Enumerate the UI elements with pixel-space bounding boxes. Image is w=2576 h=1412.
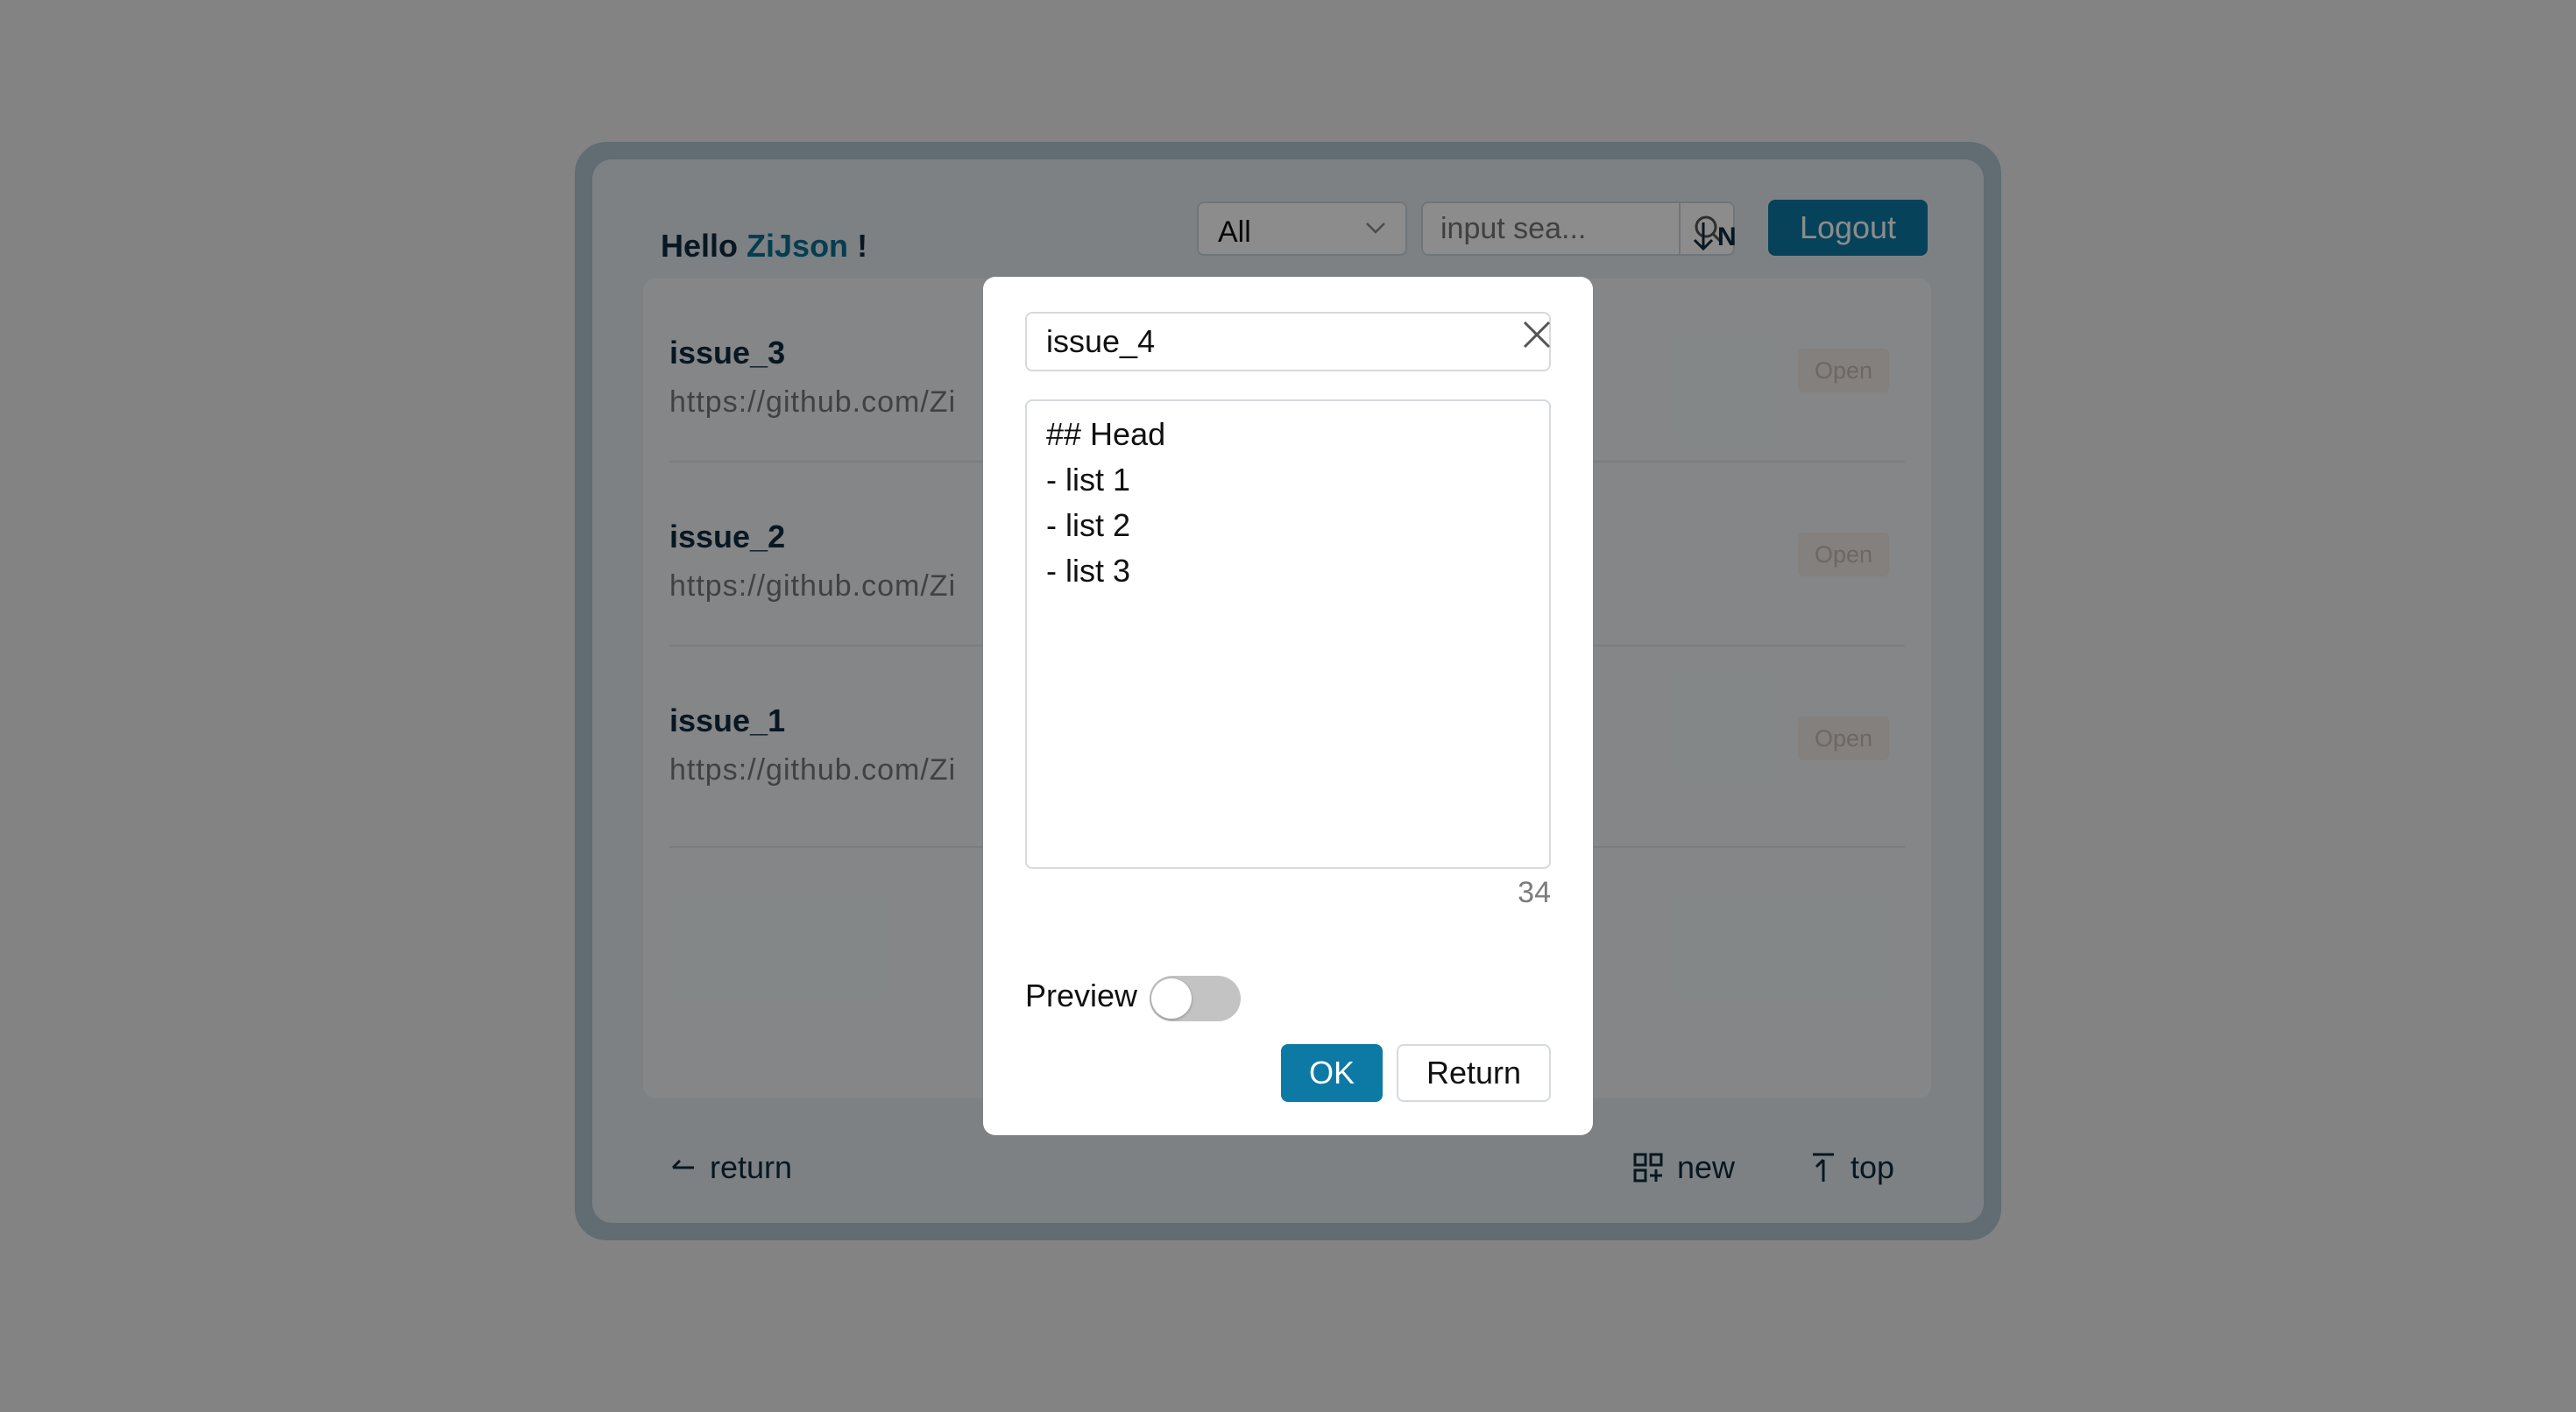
- toggle-knob: [1151, 978, 1192, 1019]
- issue-title-input[interactable]: [1025, 312, 1551, 371]
- character-count: 34: [1518, 876, 1551, 909]
- new-issue-dialog: ## Head - list 1 - list 2 - list 3 34 Pr…: [983, 277, 1593, 1135]
- close-icon[interactable]: [1519, 317, 1554, 352]
- return-button[interactable]: Return: [1397, 1044, 1551, 1102]
- ok-button[interactable]: OK: [1281, 1044, 1383, 1102]
- preview-label: Preview: [1025, 978, 1138, 1013]
- preview-toggle[interactable]: [1150, 976, 1241, 1021]
- issue-body-textarea[interactable]: ## Head - list 1 - list 2 - list 3: [1025, 399, 1551, 869]
